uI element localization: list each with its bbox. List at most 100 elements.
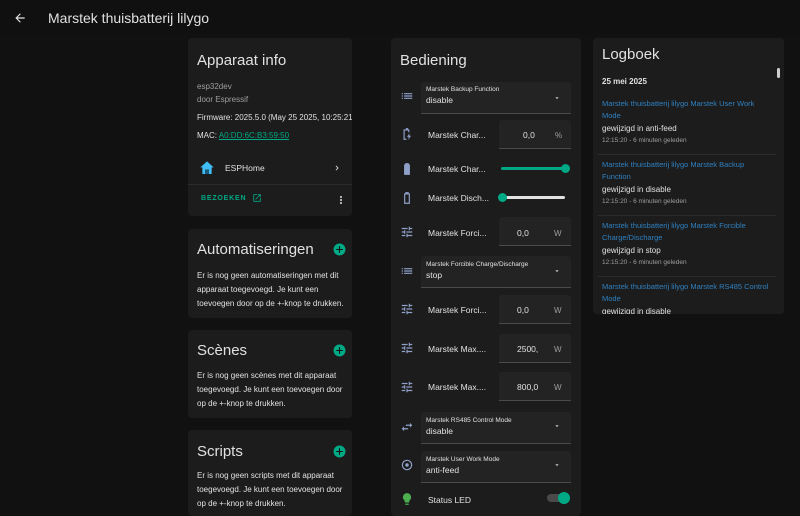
max-1-value: 2500, (517, 344, 539, 354)
dropdown-arrow-icon (555, 464, 559, 466)
visit-label: BEZOEKEN (201, 194, 247, 202)
logbook-entry-time: 12:15:20 - 6 minuten geleden (602, 259, 687, 266)
logbook-date: 25 mei 2025 (602, 77, 647, 86)
logbook-entry: Marstek thuisbatterij lilygo Marstek Use… (602, 98, 772, 146)
automations-card: Automatiseringen Er is nog geen automati… (188, 229, 352, 318)
logbook-card: Logboek 25 mei 2025 Marstek thuisbatteri… (593, 38, 784, 314)
max-1-unit: W (554, 345, 562, 354)
list-icon (401, 93, 413, 99)
backup-function-label: Marstek Backup Function (426, 86, 500, 93)
tune-icon (401, 303, 413, 315)
dropdown-arrow-icon (555, 425, 559, 427)
charge-slider-track[interactable] (501, 167, 565, 170)
logbook-divider (598, 215, 776, 216)
forcible-mode-label: Marstek Forcible Charge/Discharge (426, 261, 529, 268)
device-manufacturer: door Espressif (197, 95, 249, 104)
work-mode-value: anti-feed (426, 465, 460, 475)
scripts-card: Scripts Er is nog geen scripts met dit a… (188, 430, 352, 516)
logbook-entry: Marstek thuisbatterij lilygo Marstek Bac… (602, 159, 772, 207)
logbook-entry-message: gewijzigd in anti-feed (602, 124, 677, 133)
rs485-mode-value: disable (426, 426, 453, 436)
more-vertical-icon[interactable] (335, 194, 347, 206)
logbook-divider (598, 276, 776, 277)
logbook-title: Logboek (602, 46, 660, 63)
charge-power-unit: % (555, 131, 563, 140)
status-led-toggle-thumb[interactable] (558, 492, 570, 504)
forcible-mode-underline (421, 287, 571, 288)
integration-name: ESPHome (225, 163, 265, 173)
top-app-bar: Marstek thuisbatterij lilygo (0, 0, 800, 35)
scenes-title: Scènes (197, 342, 248, 359)
forcible-power-2-name: Marstek Forci... (428, 305, 487, 315)
discharge-slider-thumb[interactable] (498, 193, 507, 202)
backup-function-value: disable (426, 95, 453, 105)
forcible-power-1-unit: W (554, 229, 562, 238)
device-model: esp32dev (197, 82, 232, 91)
visit-button[interactable]: BEZOEKEN (201, 193, 262, 203)
max-2-unit: W (554, 383, 562, 392)
forcible-power-2-value: 0,0 (517, 305, 529, 315)
page-title: Marstek thuisbatterij lilygo (48, 9, 210, 26)
charge-power-underline (499, 148, 571, 149)
battery-icon (404, 163, 410, 175)
swap-horizontal-icon (401, 422, 413, 432)
device-info-title: Apparaat info (197, 52, 287, 69)
status-led-name: Status LED (428, 495, 471, 505)
list-icon (401, 268, 413, 274)
controls-card: Bediening Marstek Backup Function disabl… (391, 38, 581, 516)
logbook-entry: Marstek thuisbatterij lilygo Marstek RS4… (602, 281, 772, 314)
add-automation-icon[interactable] (333, 243, 346, 256)
scenes-text: Er is nog geen scènes met dit apparaat t… (197, 371, 343, 408)
lightbulb-icon (402, 493, 412, 505)
device-mac: MAC: A0:DD:6C:B3:59:50 (197, 131, 289, 140)
tune-icon (401, 342, 413, 354)
home-assistant-icon (200, 161, 214, 174)
discharge-slider-track[interactable] (501, 196, 565, 199)
add-scene-icon[interactable] (333, 344, 346, 357)
logbook-entry-link[interactable]: Marstek thuisbatterij lilygo Marstek For… (602, 220, 772, 244)
forcible-mode-value: stop (426, 270, 443, 280)
automations-text: Er is nog geen automatiseringen met dit … (197, 271, 344, 308)
logbook-scrollbar[interactable] (777, 68, 780, 78)
open-in-new-icon (253, 194, 262, 202)
device-info-divider (188, 184, 352, 185)
add-script-icon[interactable] (333, 445, 346, 458)
forcible-power-1-name: Marstek Forci... (428, 228, 487, 238)
logbook-entry-message: gewijzigd in disable (602, 185, 671, 194)
forcible-power-1-underline (499, 245, 571, 246)
work-mode-underline (421, 482, 571, 483)
scripts-title: Scripts (197, 443, 243, 460)
logbook-entry-message: gewijzigd in stop (602, 246, 661, 255)
arrow-left-icon (15, 12, 25, 23)
charge-slider-name: Marstek Char... (428, 164, 486, 174)
max-2-name: Marstek Max.... (428, 382, 487, 392)
max-2-value: 800,0 (517, 382, 539, 392)
backup-function-underline (421, 113, 571, 114)
forcible-power-1-value: 0,0 (517, 228, 529, 238)
tune-icon (401, 381, 413, 393)
charge-slider-thumb[interactable] (561, 164, 570, 173)
controls-title: Bediening (400, 52, 467, 69)
automations-title: Automatiseringen (197, 241, 314, 258)
rs485-mode-label: Marstek RS485 Control Mode (426, 417, 512, 424)
max-2-underline (499, 400, 571, 401)
max-1-underline (499, 362, 571, 363)
device-firmware: Firmware: 2025.5.0 (May 25 2025, 10:25:2… (197, 113, 352, 122)
target-icon (401, 459, 413, 471)
logbook-divider (598, 154, 776, 155)
charge-power-value: 0,0 (523, 130, 535, 140)
back-button[interactable] (0, 0, 40, 35)
forcible-power-2-underline (499, 323, 571, 324)
dropdown-arrow-icon (555, 270, 559, 272)
charge-power-name: Marstek Char... (428, 130, 486, 140)
chevron-right-icon (335, 165, 339, 171)
mac-value[interactable]: A0:DD:6C:B3:59:50 (219, 131, 289, 140)
max-1-name: Marstek Max.... (428, 344, 487, 354)
integration-row[interactable]: ESPHome (188, 156, 352, 180)
forcible-power-2-unit: W (554, 306, 562, 315)
logbook-entry-link[interactable]: Marstek thuisbatterij lilygo Marstek RS4… (602, 281, 772, 305)
rs485-mode-underline (421, 443, 571, 444)
logbook-entry-link[interactable]: Marstek thuisbatterij lilygo Marstek Bac… (602, 159, 772, 183)
dropdown-arrow-icon (555, 97, 559, 99)
logbook-entry-link[interactable]: Marstek thuisbatterij lilygo Marstek Use… (602, 98, 772, 122)
